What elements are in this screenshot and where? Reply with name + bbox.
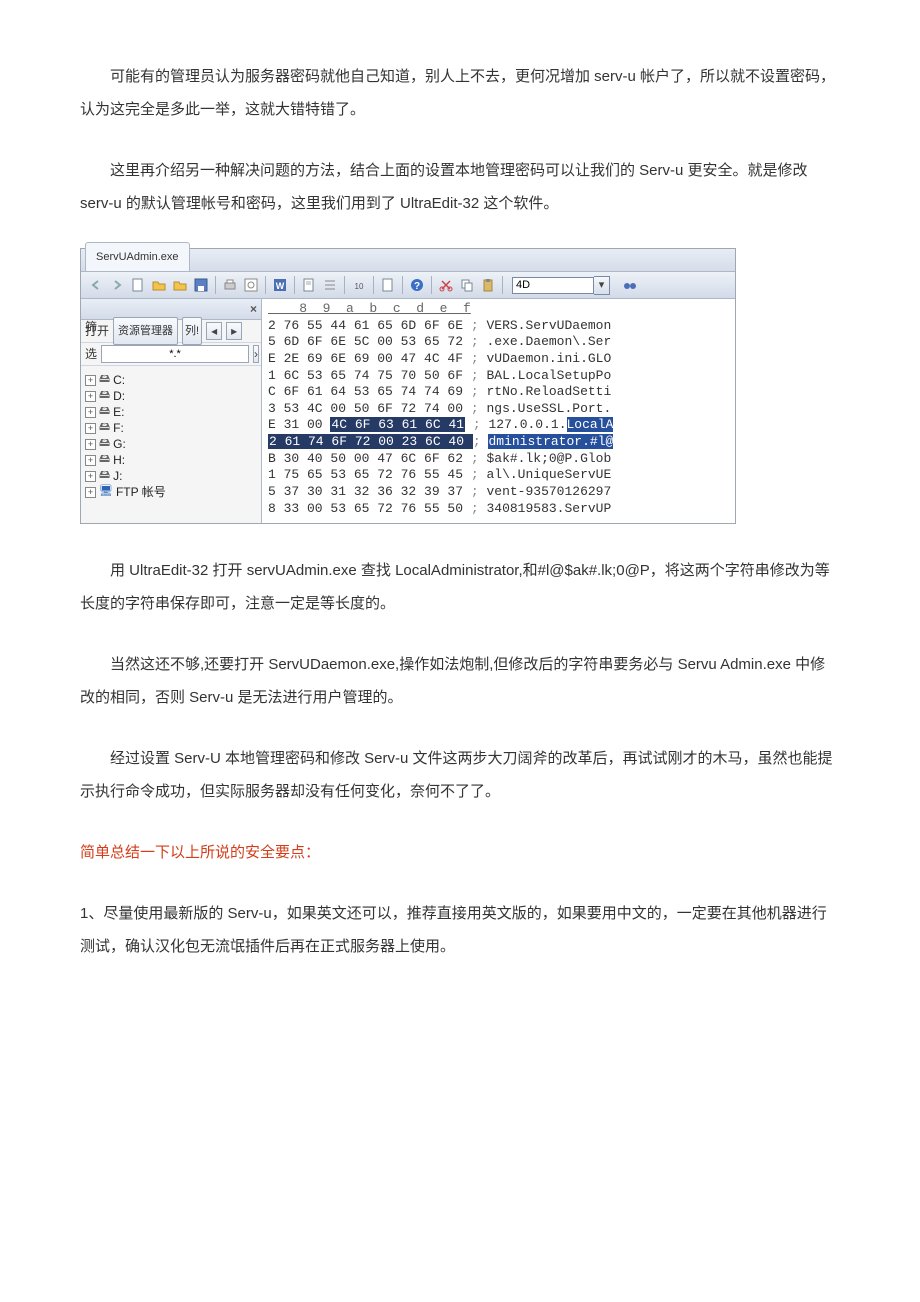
ultraedit-window: ServUAdmin.exe W 10 ? ▾ [80, 248, 736, 524]
drive-tree: +🖴C:+🖴D:+🖴E:+🖴F:+🖴G:+🖴H:+🖴J:+🖥FTP 帐号 [81, 366, 261, 506]
hex-toggle-icon[interactable]: 10 [350, 276, 368, 294]
file-tab[interactable]: ServUAdmin.exe [85, 242, 190, 271]
paragraph: 经过设置 Serv-U 本地管理密码和修改 Serv-u 文件这两步大刀阔斧的改… [80, 742, 840, 808]
open-folder-icon[interactable] [171, 276, 189, 294]
drive-node[interactable]: +🖴C: [85, 372, 257, 388]
forward-icon[interactable] [108, 276, 126, 294]
drive-node[interactable]: +🖴E: [85, 404, 257, 420]
search-box: ▾ [512, 276, 610, 295]
nav-prev-icon[interactable]: ◂ [206, 322, 222, 340]
preview-icon[interactable] [242, 276, 260, 294]
svg-text:10: 10 [355, 282, 364, 291]
nav-next-icon[interactable]: ▸ [226, 322, 242, 340]
open-folder-icon[interactable] [150, 276, 168, 294]
paragraph: 当然这还不够,还要打开 ServUDaemon.exe,操作如法炮制,但修改后的… [80, 648, 840, 714]
close-icon[interactable]: × [250, 296, 257, 322]
summary-heading: 简单总结一下以上所说的安全要点： [80, 836, 840, 869]
document-icon[interactable] [379, 276, 397, 294]
drive-node[interactable]: +🖴F: [85, 420, 257, 436]
go-icon[interactable]: › [253, 345, 259, 363]
paragraph: 这里再介绍另一种解决问题的方法，结合上面的设置本地管理密码可以让我们的 Serv… [80, 154, 840, 220]
explorer-button[interactable]: 资源管理器 [113, 317, 178, 345]
list-button[interactable]: 列! [182, 317, 202, 345]
help-icon[interactable]: ? [408, 276, 426, 294]
copy-icon[interactable] [458, 276, 476, 294]
binoculars-icon[interactable] [621, 276, 639, 294]
print-icon[interactable] [221, 276, 239, 294]
paragraph: 可能有的管理员认为服务器密码就他自己知道，别人上不去，更何况增加 serv-u … [80, 60, 840, 126]
drive-node[interactable]: +🖴H: [85, 452, 257, 468]
list-icon[interactable] [321, 276, 339, 294]
save-icon[interactable] [192, 276, 210, 294]
cut-icon[interactable] [437, 276, 455, 294]
paragraph: 1、尽量使用最新版的 Serv-u，如果英文还可以，推荐直接用英文版的，如果要用… [80, 897, 840, 963]
hex-view[interactable]: 8 9 a b c d e f2 76 55 44 61 65 6D 6F 6E… [262, 299, 735, 523]
drive-node[interactable]: +🖴D: [85, 388, 257, 404]
paste-icon[interactable] [479, 276, 497, 294]
tab-strip: ServUAdmin.exe [81, 249, 735, 272]
svg-text:?: ? [414, 281, 420, 292]
document-icon[interactable] [300, 276, 318, 294]
word-icon[interactable]: W [271, 276, 289, 294]
filter-input[interactable] [101, 345, 249, 363]
dropdown-button[interactable]: ▾ [594, 276, 610, 295]
explorer-panel: × 打开 资源管理器 列! ◂ ▸ 筛选 : › +🖴C:+🖴D:+🖴E:+🖴F… [81, 299, 262, 523]
svg-text:W: W [276, 281, 285, 291]
ftp-node[interactable]: +🖥FTP 帐号 [85, 484, 257, 500]
search-input[interactable] [512, 277, 594, 294]
paragraph: 用 UltraEdit-32 打开 servUAdmin.exe 查找 Loca… [80, 554, 840, 620]
toolbar: W 10 ? ▾ [81, 272, 735, 299]
drive-node[interactable]: +🖴J: [85, 468, 257, 484]
new-file-icon[interactable] [129, 276, 147, 294]
back-icon[interactable] [87, 276, 105, 294]
drive-node[interactable]: +🖴G: [85, 436, 257, 452]
